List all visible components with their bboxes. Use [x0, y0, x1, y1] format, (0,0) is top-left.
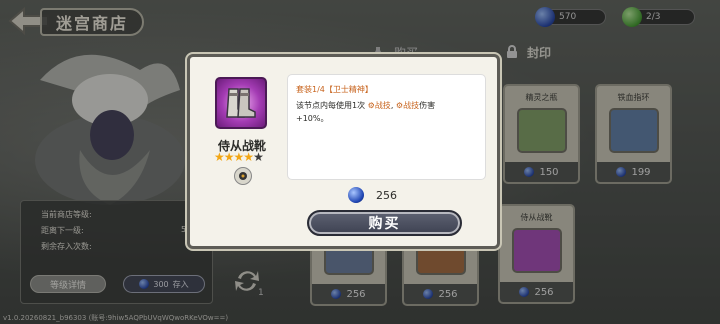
- item-purchase-dialog: 侍从战靴 ★★★★★ 套装1/4【卫士精神】 该节点内每使用1次 ⚙战技, ⚙战…: [187, 54, 500, 249]
- deposit-label: 存入: [172, 279, 189, 289]
- star-filled-icon: ★: [223, 150, 235, 164]
- next-level-value: 5: [181, 225, 187, 234]
- skill-tag-icon: ⚙: [367, 101, 375, 110]
- shop-card[interactable]: 精灵之瓶 150: [503, 84, 580, 184]
- effect-text: ,: [390, 101, 394, 110]
- star-empty-icon: ★: [253, 150, 264, 164]
- counter-value: 2/3: [646, 12, 661, 22]
- blue-orb-icon: [519, 287, 530, 297]
- shop-card-price: 199: [631, 166, 651, 178]
- shop-card[interactable]: 侍从战靴 256: [498, 204, 575, 304]
- shop-card[interactable]: 铁血指环 199: [595, 84, 672, 184]
- refresh-count: 1: [258, 288, 264, 298]
- orb-currency-display: 570: [535, 7, 606, 27]
- deposit-amount: 300: [153, 279, 169, 289]
- effect-description: 该节点内每使用1次 ⚙战技, ⚙战技伤害: [296, 99, 477, 112]
- blue-orb-icon: [535, 7, 555, 27]
- green-gem-icon: [622, 7, 642, 27]
- deposit-button[interactable]: 300 存入: [123, 275, 205, 293]
- merchant-character-portrait: [35, 54, 185, 205]
- blue-orb-icon: [524, 167, 535, 177]
- blue-orb-icon: [423, 289, 434, 299]
- skill-tag: 战技: [403, 101, 420, 110]
- blue-orb-icon: [139, 279, 150, 289]
- blue-orb-icon: [616, 167, 627, 177]
- shop-card-price: 256: [438, 288, 458, 300]
- buy-button[interactable]: 购买: [307, 210, 462, 236]
- skill-tag-icon: ⚙: [395, 101, 404, 110]
- shop-level-label: 当前商店等级:: [41, 210, 92, 219]
- tab-seal[interactable]: 封印: [505, 40, 551, 64]
- blue-orb-icon: [331, 289, 342, 299]
- remaining-deposits-label: 剩余存入次数:: [41, 242, 92, 251]
- next-level-label: 距离下一级:: [41, 226, 84, 235]
- shop-card-price: 256: [534, 286, 554, 298]
- shop-card-name: 精灵之瓶: [525, 93, 558, 102]
- effect-text: 该节点内每使用1次: [296, 101, 366, 110]
- shop-card-price: 256: [346, 288, 366, 300]
- page-title: 迷宫商店: [40, 8, 144, 36]
- shop-card-name: 侍从战靴: [520, 213, 553, 222]
- level-details-button[interactable]: 等级详情: [30, 275, 106, 293]
- star-filled-icon: ★: [243, 150, 254, 164]
- ring-icon: [609, 108, 659, 153]
- item-icon-frame: [215, 77, 267, 129]
- effect-text: 伤害: [419, 101, 436, 110]
- purchase-cost-value: 256: [376, 188, 397, 202]
- shop-card-price: 150: [539, 166, 559, 178]
- counter-display: 2/3: [622, 7, 695, 27]
- orb-currency-value: 570: [559, 12, 577, 22]
- blue-orb-icon: [348, 187, 364, 203]
- version-text: v1.0.20260821_b96303 (账号:9hiw5AQPbUVqWQw…: [3, 314, 229, 322]
- boots-icon: [226, 88, 256, 118]
- item-star-rating: ★★★★★: [214, 150, 264, 164]
- item-type-icon: [234, 167, 252, 185]
- boots-icon: [512, 228, 562, 273]
- lock-icon: [507, 45, 517, 58]
- star-filled-icon: ★: [233, 150, 245, 164]
- tab-seal-label: 封印: [527, 45, 552, 60]
- item-description-box: 套装1/4【卫士精神】 该节点内每使用1次 ⚙战技, ⚙战技伤害 +10%。: [287, 74, 486, 180]
- effect-value: +10%。: [296, 114, 329, 123]
- set-bonus-line: 套装1/4【卫士精神】: [296, 85, 373, 94]
- skill-tag: 战技: [374, 101, 391, 110]
- shop-card-name: 铁血指环: [617, 93, 650, 102]
- potion-bottle-icon: [517, 108, 567, 153]
- star-filled-icon: ★: [214, 150, 225, 164]
- purchase-cost: 256: [348, 187, 397, 203]
